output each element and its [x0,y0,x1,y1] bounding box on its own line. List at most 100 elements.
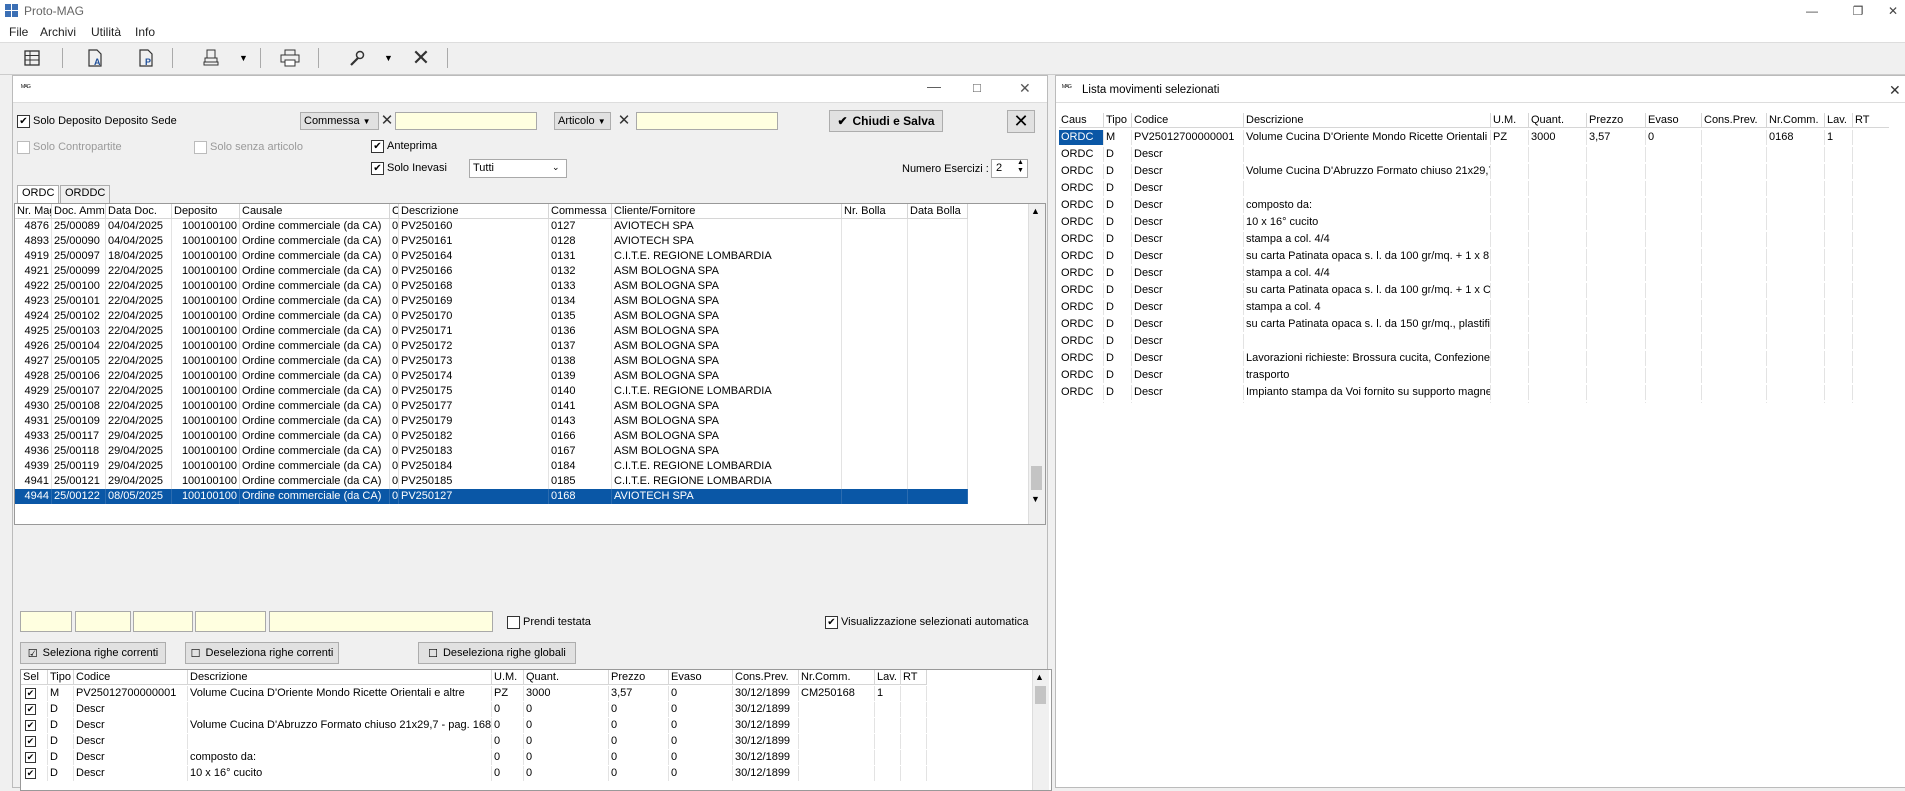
menu-archivi[interactable]: Archivi [40,25,76,39]
column-header[interactable]: Codice [74,670,188,685]
visualizzazione-checkbox[interactable]: ✔ [825,616,838,629]
menu-utilita[interactable]: Utilità [91,25,121,39]
commessa-dropdown[interactable]: Commessa ▼ [300,112,379,130]
column-header[interactable]: Lav. [1825,113,1853,128]
solo-contropartite-checkbox[interactable] [17,141,30,154]
column-header[interactable]: Nr.Comm. [1767,113,1825,128]
deseleziona-globali-button[interactable]: ☐ Deseleziona righe globali [418,642,576,664]
column-header[interactable]: Descrizione [1244,113,1491,128]
articolo-dropdown[interactable]: Articolo ▼ [554,112,611,130]
column-header[interactable]: Doc. Amm. [52,204,106,219]
row-select-checkbox[interactable]: ✔ [25,736,36,747]
column-header[interactable]: RT [901,670,927,685]
column-header[interactable]: Descrizione [399,204,549,219]
grid-icon[interactable] [20,47,44,69]
scroll-thumb[interactable] [1035,686,1046,704]
clear-articolo-icon[interactable]: ✕ [616,112,632,129]
spinner-arrows-icon[interactable]: ▲ ▼ [1017,159,1024,175]
vertical-scrollbar[interactable]: ▲ [1032,670,1049,790]
commessa-input[interactable] [395,112,537,130]
column-header[interactable]: Evaso [1646,113,1702,128]
column-header[interactable]: Cons.Prev. [733,670,799,685]
row-select-checkbox[interactable]: ✔ [25,720,36,731]
filter-box-2[interactable] [75,611,131,632]
prendi-testata-checkbox[interactable] [507,616,520,629]
scroll-up-icon[interactable]: ▲ [1031,206,1040,216]
column-header[interactable]: Caus [1059,113,1104,128]
row-select-checkbox[interactable]: ✔ [25,704,36,715]
seleziona-righe-button[interactable]: ☑ Seleziona righe correnti [20,642,166,664]
row-select-checkbox[interactable]: ✔ [25,768,36,779]
column-header[interactable]: Nr. Mag [15,204,52,219]
column-header[interactable]: Quant. [524,670,609,685]
menu-file[interactable]: File [9,25,28,39]
row-select-checkbox[interactable]: ✔ [25,752,36,763]
table-cell: ASM BOLOGNA SPA [612,324,842,339]
stato-select[interactable]: Tutti ⌄ [469,159,567,178]
clear-commessa-icon[interactable]: ✕ [379,112,395,129]
doc-p-icon[interactable]: P [134,47,158,69]
table-cell: PV250160 [399,219,549,234]
column-header[interactable]: Cons.Prev. [1702,113,1767,128]
solo-inevasi-checkbox[interactable]: ✔ [371,162,384,175]
column-header[interactable]: U.M. [1491,113,1529,128]
scroll-up-icon[interactable]: ▲ [1035,672,1044,682]
column-header[interactable]: Lav. [875,670,901,685]
column-header[interactable]: U.M. [492,670,524,685]
column-header[interactable]: Causale [240,204,390,219]
close-window-icon[interactable]: ✕ [1870,0,1905,22]
column-header[interactable]: Descrizione [188,670,492,685]
printer-icon[interactable] [278,47,302,69]
doc-a-icon[interactable]: A [83,47,107,69]
vertical-scrollbar[interactable]: ▲ ▼ [1028,204,1045,524]
column-header[interactable]: Deposito [172,204,240,219]
articolo-input[interactable] [636,112,778,130]
row-select-checkbox[interactable]: ✔ [25,688,36,699]
column-header[interactable]: Tipo [48,670,74,685]
menu-info[interactable]: Info [135,25,155,39]
close-icon[interactable]: ✕ [1019,80,1031,97]
table-cell: 0 [669,734,733,749]
maximize-icon[interactable]: □ [973,80,981,95]
scroll-down-icon[interactable]: ▼ [1031,494,1040,504]
close-panel-button[interactable]: ✕ [1007,110,1035,133]
close-icon[interactable]: ✕ [409,45,433,70]
chevron-down-icon[interactable]: ▼ [239,53,248,63]
minimize-icon[interactable]: — [1789,0,1835,22]
column-header[interactable]: Cliente/Fornitore [612,204,842,219]
column-header[interactable]: RT [1853,113,1889,128]
solo-deposito-checkbox[interactable]: ✔ [17,115,30,128]
filter-box-3[interactable] [133,611,193,632]
column-header[interactable]: Quant. [1529,113,1587,128]
filter-box-5[interactable] [269,611,493,632]
column-header[interactable]: Codice [1132,113,1244,128]
column-header[interactable]: Commessa [549,204,612,219]
column-header[interactable]: Prezzo [609,670,669,685]
column-header[interactable]: Prezzo [1587,113,1646,128]
column-header[interactable]: C [390,204,399,219]
wrench-icon[interactable] [345,47,369,69]
column-header[interactable]: Data Doc. [106,204,172,219]
stamp-icon[interactable] [199,47,223,69]
chevron-down-icon[interactable]: ▼ [384,53,393,63]
tab-ordc[interactable]: ORDC [17,185,60,203]
column-header[interactable]: Data Bolla [908,204,968,219]
deseleziona-righe-button[interactable]: ☐ Deseleziona righe correnti [185,642,339,664]
column-header[interactable]: Nr. Bolla [842,204,908,219]
solo-senza-articolo-checkbox[interactable] [194,141,207,154]
scroll-thumb[interactable] [1031,466,1042,490]
column-header[interactable]: Nr.Comm. [799,670,875,685]
filter-box-1[interactable] [20,611,72,632]
close-icon[interactable]: ✕ [1889,82,1901,99]
numero-esercizi-spinner[interactable]: 2 ▲ ▼ [991,159,1028,178]
anteprima-checkbox[interactable]: ✔ [371,140,384,153]
column-header[interactable]: Evaso [669,670,733,685]
minimize-icon[interactable]: — [927,78,941,94]
tab-orddc[interactable]: ORDDC [60,185,111,203]
table-cell [1587,249,1646,264]
column-header[interactable]: Tipo [1104,113,1132,128]
table-cell: 08/05/2025 [106,489,172,504]
column-header[interactable]: Sel [21,670,48,685]
filter-box-4[interactable] [195,611,266,632]
chiudi-salva-button[interactable]: ✔ Chiudi e Salva [829,110,943,132]
